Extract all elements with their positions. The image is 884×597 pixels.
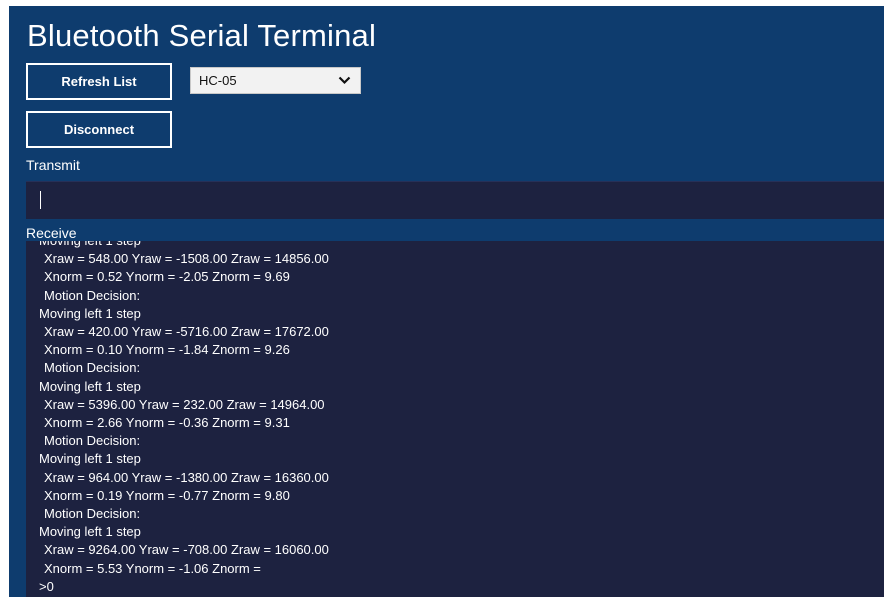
receive-line: Motion Decision:	[44, 360, 141, 376]
device-select-value: HC-05	[199, 73, 237, 88]
receive-line: >0	[39, 578, 54, 594]
receive-line: Moving left 1 step	[39, 241, 329, 250]
transmit-label: Transmit	[26, 157, 80, 173]
receive-line: Moving left 1 step	[39, 378, 141, 394]
app-window: Bluetooth Serial Terminal Refresh List H…	[9, 6, 884, 597]
receive-line: Xraw = 5396.00 Yraw = 232.00 Zraw = 1496…	[44, 396, 325, 412]
receive-line: Motion Decision:	[44, 287, 141, 303]
receive-line: Moving left 1 step	[39, 451, 141, 467]
receive-line: Xnorm = 0.10 Ynorm = -1.84 Znorm = 9.26	[44, 342, 290, 358]
device-select[interactable]: HC-05	[190, 67, 361, 94]
receive-line: Xraw = 9264.00 Yraw = -708.00 Zraw = 160…	[44, 542, 329, 558]
transmit-input[interactable]	[26, 181, 884, 219]
receive-line: Xraw = 548.00 Yraw = -1508.00 Zraw = 148…	[44, 251, 329, 267]
receive-line: Xnorm = 0.19 Ynorm = -0.77 Znorm = 9.80	[44, 487, 290, 503]
receive-line: Moving left 1 step	[39, 305, 141, 321]
receive-output[interactable]: Moving left 1 step Xraw = 548.00 Yraw = …	[26, 241, 884, 597]
receive-line: Moving left 1 step	[39, 524, 141, 540]
disconnect-button[interactable]: Disconnect	[26, 111, 172, 148]
app-title: Bluetooth Serial Terminal	[27, 18, 377, 53]
receive-line: Xraw = 964.00 Yraw = -1380.00 Zraw = 163…	[44, 469, 329, 485]
receive-label: Receive	[26, 225, 77, 241]
receive-line: Xraw = 420.00 Yraw = -5716.00 Zraw = 176…	[44, 324, 329, 340]
text-caret	[40, 191, 41, 209]
receive-line: Xnorm = 2.66 Ynorm = -0.36 Znorm = 9.31	[44, 415, 290, 431]
receive-line: Xnorm = 5.53 Ynorm = -1.06 Znorm =	[44, 560, 261, 576]
receive-line: Xnorm = 0.52 Ynorm = -2.05 Znorm = 9.69	[44, 269, 290, 285]
refresh-list-button[interactable]: Refresh List	[26, 63, 172, 100]
chevron-down-icon	[338, 76, 351, 85]
receive-line: Motion Decision:	[44, 506, 141, 522]
receive-line: Motion Decision:	[44, 433, 141, 449]
receive-lines: Moving left 1 step Xraw = 548.00 Yraw = …	[39, 241, 329, 596]
